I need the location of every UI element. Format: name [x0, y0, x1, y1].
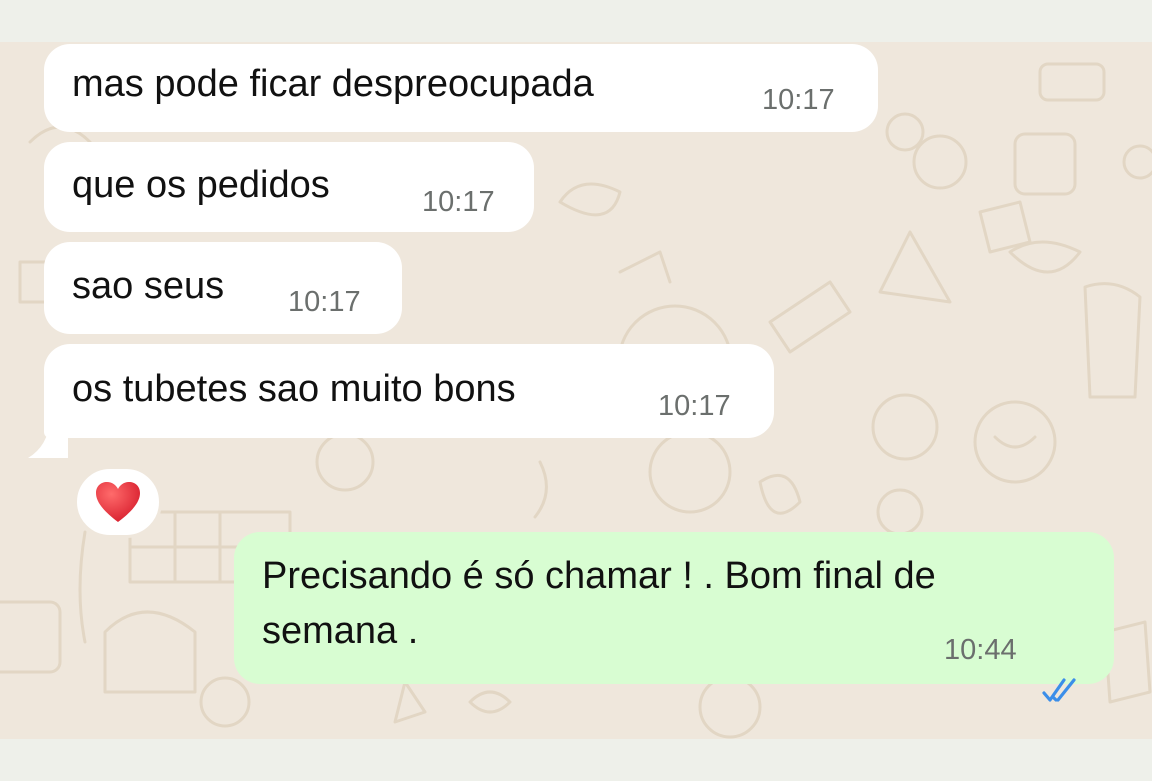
message-bubble[interactable]: sao seus 10:17	[44, 242, 402, 334]
reaction-badge[interactable]	[74, 466, 162, 538]
message-timestamp: 10:44	[944, 634, 1017, 666]
message-text: os tubetes sao muito bons	[72, 368, 516, 410]
message-timestamp: 10:17	[762, 84, 835, 116]
heart-reaction-icon	[96, 482, 140, 522]
message-text-line-1: Precisando é só chamar ! . Bom final de	[262, 555, 936, 597]
message-bubble[interactable]: os tubetes sao muito bons 10:17	[44, 344, 774, 438]
message-text: sao seus	[72, 265, 225, 307]
message-text: que os pedidos	[72, 164, 330, 206]
chat-area: mas pode ficar despreocupada 10:17 que o…	[0, 42, 1152, 739]
message-timestamp: 10:17	[288, 286, 361, 318]
message-text: mas pode ficar despreocupada	[72, 63, 594, 105]
message-timestamp: 10:17	[658, 390, 731, 422]
double-check-read-icon	[1042, 678, 1076, 702]
message-bubble[interactable]: mas pode ficar despreocupada 10:17	[44, 44, 878, 132]
message-text-line-2: semana .	[262, 610, 419, 652]
message-bubble[interactable]: que os pedidos 10:17	[44, 142, 534, 232]
message-timestamp: 10:17	[422, 186, 495, 218]
message-bubble-outgoing[interactable]: Precisando é só chamar ! . Bom final de …	[234, 532, 1114, 684]
